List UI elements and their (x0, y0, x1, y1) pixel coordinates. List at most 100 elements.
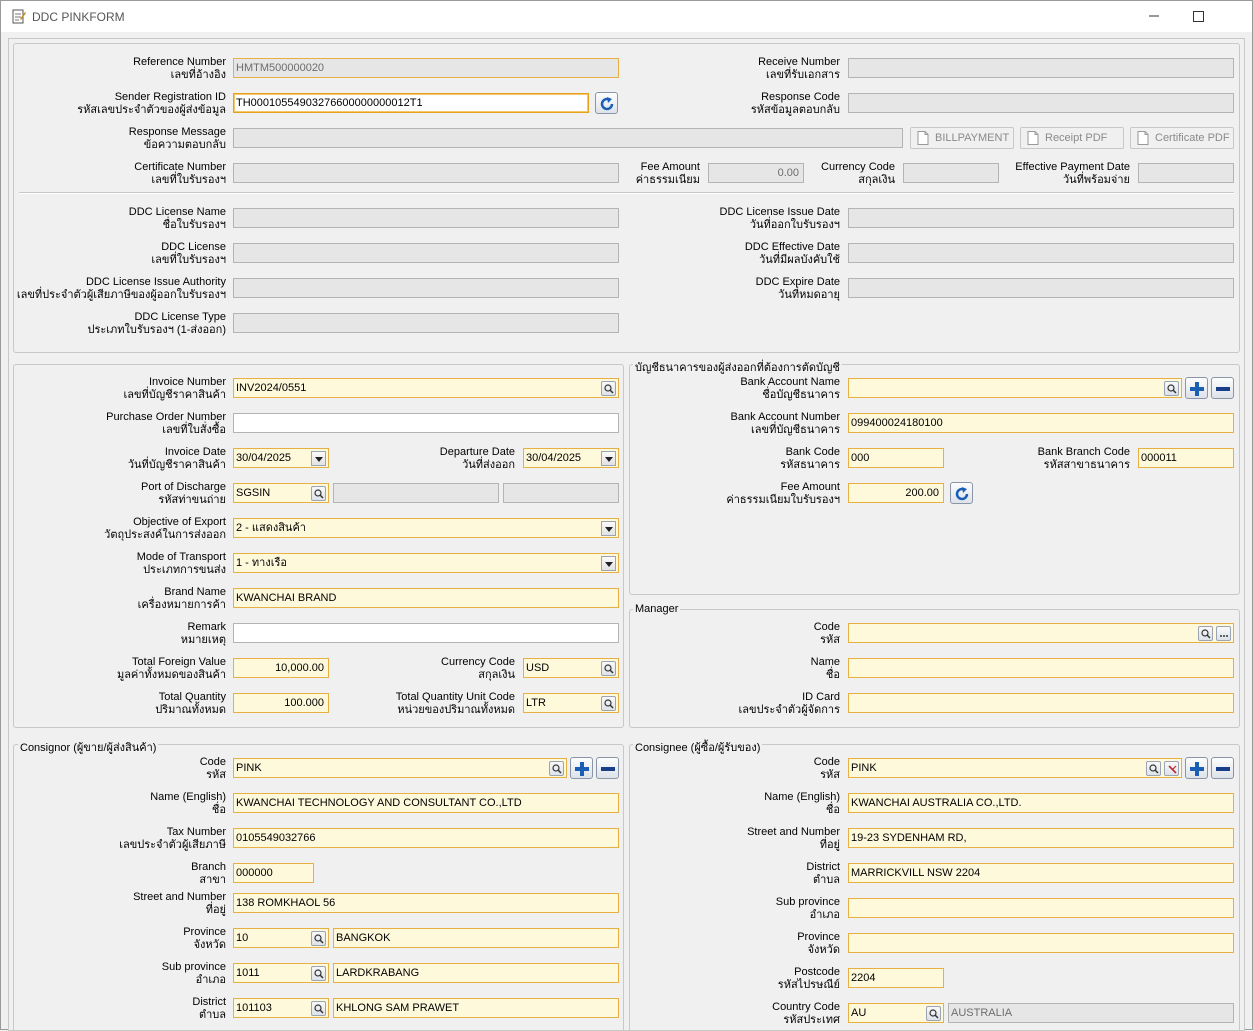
billpayment-button[interactable]: BILLPAYMENT (910, 127, 1014, 149)
consignee-province-field[interactable] (848, 933, 1234, 953)
consignee-country-code-field[interactable]: AU (848, 1003, 944, 1023)
refresh-sender-button[interactable] (595, 92, 618, 114)
license-name-field[interactable] (233, 208, 619, 228)
port-country-field[interactable] (503, 483, 619, 503)
search-icon[interactable] (601, 381, 616, 396)
purchase-order-field[interactable] (233, 413, 619, 433)
license-authority-field[interactable] (233, 278, 619, 298)
plus-icon (1190, 382, 1204, 396)
manager-name-field[interactable] (848, 658, 1234, 678)
consignor-district-name-field[interactable]: KHLONG SAM PRAWET (333, 998, 619, 1018)
consignee-postcode-field[interactable]: 2204 (848, 968, 944, 988)
effective-payment-date-field[interactable] (1138, 163, 1234, 183)
consignor-code-field[interactable]: PINK (233, 758, 567, 778)
consignor-sub-province-name-field[interactable]: LARDKRABANG (333, 963, 619, 983)
bank-fee-amount-field[interactable]: 200.00 (848, 483, 944, 503)
remove-consignee-button[interactable] (1211, 757, 1234, 779)
manager-code-label: Code รหัส (813, 621, 840, 646)
invoice-currency-field[interactable]: USD (523, 658, 619, 678)
consignee-name-field[interactable]: KWANCHAI AUSTRALIA CO.,LTD. (848, 793, 1234, 813)
consignee-sub-province-field[interactable] (848, 898, 1234, 918)
bank-code-label: Bank Code รหัสธนาคาร (780, 446, 840, 471)
port-name-field[interactable] (333, 483, 499, 503)
brand-name-field[interactable]: KWANCHAI BRAND (233, 588, 619, 608)
invoice-number-field[interactable]: INV2024/0551 (233, 378, 619, 398)
license-type-field[interactable] (233, 313, 619, 333)
minimize-button[interactable] (1141, 5, 1167, 27)
bank-account-number-label: Bank Account Number เลขที่บัญชีธนาคาร (730, 411, 840, 436)
search-icon[interactable] (1198, 626, 1213, 641)
search-icon[interactable] (311, 486, 326, 501)
objective-select[interactable]: 2 - แสดงสินค้า (233, 518, 619, 538)
certificate-number-field[interactable] (233, 163, 619, 183)
total-foreign-value-field[interactable]: 10,000.00 (233, 658, 329, 678)
fee-amount-field[interactable]: 0.00 (708, 163, 804, 183)
port-of-discharge-field[interactable]: SGSIN (233, 483, 329, 503)
consignor-name-field[interactable]: KWANCHAI TECHNOLOGY AND CONSULTANT CO.,L… (233, 793, 619, 813)
remove-bank-account-button[interactable] (1211, 377, 1234, 399)
consignor-tax-number-label: Tax Number เลขประจำตัวผู้เสียภาษี (119, 826, 226, 851)
license-issue-date-field[interactable] (848, 208, 1234, 228)
add-consignor-button[interactable] (570, 757, 593, 779)
consignor-sub-province-label: Sub province อำเภอ (161, 961, 226, 986)
departure-date-picker[interactable]: 30/04/2025 (523, 448, 619, 468)
search-icon[interactable] (311, 931, 326, 946)
bank-account-name-label: Bank Account Name ชื่อบัญชีธนาคาร (740, 376, 840, 401)
ellipsis-icon[interactable] (1216, 626, 1231, 641)
consignor-district-code-field[interactable]: 101103 (233, 998, 329, 1018)
add-consignee-button[interactable] (1185, 757, 1208, 779)
consignor-province-code-field[interactable]: 10 (233, 928, 329, 948)
mode-of-transport-select[interactable]: 1 - ทางเรือ (233, 553, 619, 573)
pdf-document-icon (1137, 131, 1149, 145)
receipt-pdf-button[interactable]: Receipt PDF (1020, 127, 1124, 149)
refresh-fee-button[interactable] (950, 482, 973, 504)
dropdown-arrow-icon[interactable] (601, 521, 616, 536)
invoice-date-picker[interactable]: 30/04/2025 (233, 448, 329, 468)
total-quantity-field[interactable]: 100.000 (233, 693, 329, 713)
consignor-province-name-field[interactable]: BANGKOK (333, 928, 619, 948)
bank-account-number-field[interactable]: 099400024180100 (848, 413, 1234, 433)
response-code-field[interactable] (848, 93, 1234, 113)
dropdown-arrow-icon[interactable] (601, 556, 616, 571)
dropdown-arrow-icon[interactable] (601, 451, 616, 466)
bank-branch-code-field[interactable]: 000011 (1138, 448, 1234, 468)
receive-number-field[interactable] (848, 58, 1234, 78)
bank-code-field[interactable]: 000 (848, 448, 944, 468)
consignor-sub-province-code-field[interactable]: 1011 (233, 963, 329, 983)
manager-id-card-field[interactable] (848, 693, 1234, 713)
remove-consignor-button[interactable] (596, 757, 619, 779)
response-message-field[interactable] (233, 128, 903, 148)
consignee-street-field[interactable]: 19-23 SYDENHAM RD, (848, 828, 1234, 848)
reference-number-field[interactable]: HMTM500000020 (233, 58, 619, 78)
search-icon[interactable] (601, 661, 616, 676)
consignor-street-field[interactable]: 138 ROMKHAOL 56 (233, 893, 619, 913)
dropdown-arrow-icon[interactable] (311, 451, 326, 466)
search-icon[interactable] (926, 1006, 941, 1021)
add-bank-account-button[interactable] (1185, 377, 1208, 399)
search-icon[interactable] (311, 1001, 326, 1016)
consignee-country-name-field[interactable]: AUSTRALIA (948, 1003, 1234, 1023)
search-icon[interactable] (1164, 381, 1179, 396)
quantity-unit-field[interactable]: LTR (523, 693, 619, 713)
license-effective-date-field[interactable] (848, 243, 1234, 263)
search-icon[interactable] (1146, 761, 1161, 776)
remark-field[interactable] (233, 623, 619, 643)
main-window: DDC PINKFORM Reference Number เลขที่อ้างอ… (0, 0, 1253, 1031)
consignor-tax-number-field[interactable]: 0105549032766 (233, 828, 619, 848)
certificate-pdf-button[interactable]: Certificate PDF (1130, 127, 1234, 149)
search-icon[interactable] (311, 966, 326, 981)
consignee-district-field[interactable]: MARRICKVILL NSW 2204 (848, 863, 1234, 883)
sender-registration-field[interactable]: TH00010554903276600000000012T1 (233, 93, 589, 113)
maximize-button[interactable] (1185, 5, 1211, 27)
clear-icon[interactable] (1164, 761, 1179, 776)
license-number-field[interactable] (233, 243, 619, 263)
search-icon[interactable] (549, 761, 564, 776)
manager-code-field[interactable] (848, 623, 1234, 643)
refresh-icon (600, 97, 614, 111)
currency-code-field[interactable] (903, 163, 999, 183)
search-icon[interactable] (601, 696, 616, 711)
bank-account-name-field[interactable] (848, 378, 1182, 398)
consignee-code-field[interactable]: PINK (848, 758, 1182, 778)
consignor-branch-field[interactable]: 000000 (233, 863, 314, 883)
license-expire-date-field[interactable] (848, 278, 1234, 298)
